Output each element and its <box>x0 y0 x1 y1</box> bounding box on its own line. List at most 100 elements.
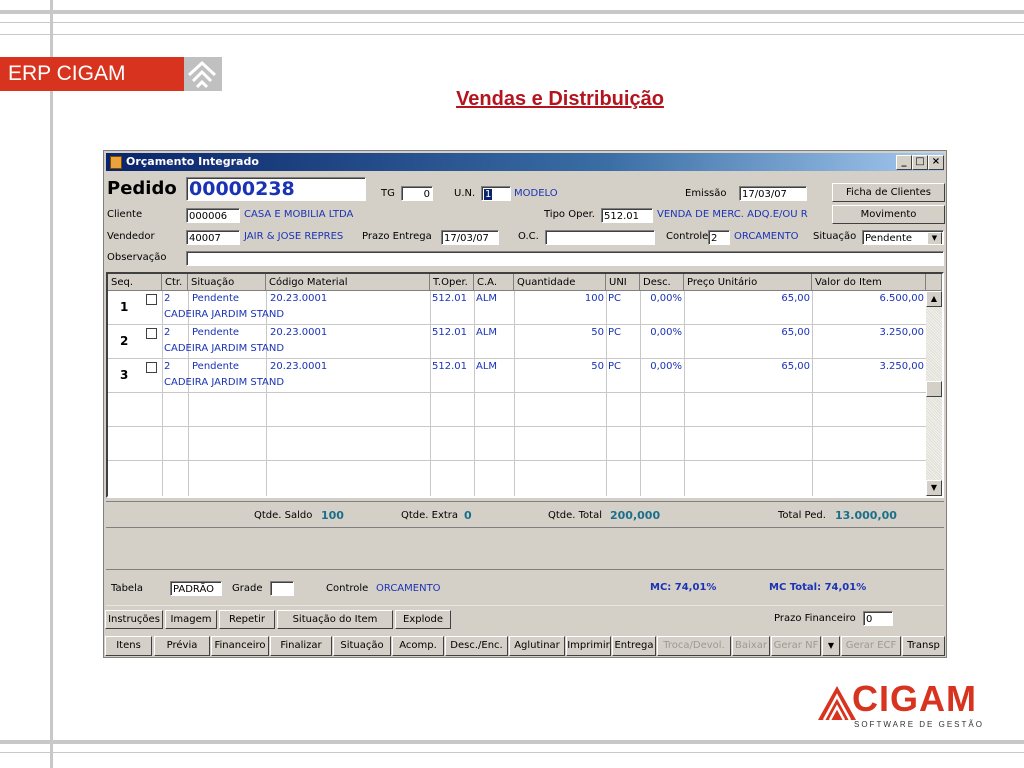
ficha-clientes-button[interactable]: Ficha de Clientes <box>832 183 945 202</box>
tab-aglutinar[interactable]: Aglutinar <box>509 636 565 656</box>
row-uni: PC <box>608 293 622 304</box>
row-desc: 0,00% <box>650 293 682 304</box>
row-ca: ALM <box>476 293 498 304</box>
left-rule <box>50 0 53 768</box>
row-situacao: Pendente <box>192 293 240 304</box>
tab-imprimir[interactable]: Imprimir <box>566 636 611 656</box>
row-ca: ALM <box>476 327 498 338</box>
cliente-code-field[interactable]: 000006 <box>186 208 240 223</box>
tab-situacao[interactable]: Situação <box>333 636 391 656</box>
row-desc: 0,00% <box>650 327 682 338</box>
app-window: Orçamento Integrado _ □ × Pedido 0000023… <box>103 150 947 658</box>
col-header-toper[interactable]: T.Oper. <box>430 274 474 291</box>
bottom-rule-thin <box>0 752 1024 753</box>
row-checkbox[interactable] <box>146 294 157 305</box>
un-field[interactable]: 1 <box>481 186 511 201</box>
tab-financeiro[interactable]: Financeiro <box>211 636 269 656</box>
movimento-button[interactable]: Movimento <box>832 205 945 224</box>
chevron-down-icon[interactable]: ▼ <box>822 636 840 656</box>
row-checkbox[interactable] <box>146 328 157 339</box>
col-header-preco[interactable]: Preço Unitário <box>684 274 812 291</box>
grade-field[interactable] <box>270 581 294 596</box>
close-icon[interactable]: × <box>928 155 944 170</box>
window-title: Orçamento Integrado <box>126 155 259 168</box>
col-header-spacer <box>926 274 942 291</box>
situacao-item-button[interactable]: Situação do Item <box>277 610 393 629</box>
row-valor: 6.500,00 <box>879 293 924 304</box>
tab-acomp[interactable]: Acomp. <box>392 636 444 656</box>
controle-footer-label: Controle <box>326 583 369 594</box>
observacao-label: Observação <box>107 252 167 263</box>
col-header-valor[interactable]: Valor do Item <box>812 274 926 291</box>
total-ped-label: Total Ped. <box>778 510 826 521</box>
un-label: U.N. <box>454 188 476 199</box>
imagem-button[interactable]: Imagem <box>165 610 217 629</box>
row-quantidade: 50 <box>591 361 604 372</box>
scroll-up-icon[interactable]: ▲ <box>926 291 942 307</box>
tab-finalizar[interactable]: Finalizar <box>270 636 332 656</box>
row-preco: 65,00 <box>781 361 810 372</box>
minimize-icon[interactable]: _ <box>896 155 912 170</box>
pedido-number-field[interactable]: 00000238 <box>186 177 366 201</box>
emissao-field[interactable]: 17/03/07 <box>739 186 807 201</box>
oc-field[interactable] <box>545 230 655 245</box>
tabela-field[interactable]: PADRÃO <box>170 581 222 596</box>
row-checkbox[interactable] <box>146 362 157 373</box>
prazo-financeiro-field[interactable]: 0 <box>863 611 893 626</box>
situacao-label: Situação <box>813 231 857 242</box>
col-header-situacao[interactable]: Situação <box>188 274 266 291</box>
col-header-quantidade[interactable]: Quantidade <box>514 274 606 291</box>
tg-field[interactable]: 0 <box>401 186 433 201</box>
un-name: MODELO <box>514 188 558 199</box>
tipo-oper-field[interactable]: 512.01 <box>601 208 653 223</box>
window-titlebar[interactable]: Orçamento Integrado _ □ × <box>106 153 944 171</box>
cliente-name: CASA E MOBILIA LTDA <box>244 209 354 220</box>
row-separator <box>108 426 926 427</box>
table-row[interactable]: 3 2 Pendente 20.23.0001 512.01 ALM 50 PC… <box>108 359 926 392</box>
col-header-ca[interactable]: C.A. <box>474 274 514 291</box>
controle-label: Controle <box>666 231 709 242</box>
tab-desc-enc[interactable]: Desc./Enc. <box>445 636 508 656</box>
chevron-down-icon[interactable]: ▼ <box>927 232 942 244</box>
col-header-seq[interactable]: Seq. <box>108 274 162 291</box>
row-valor: 3.250,00 <box>879 327 924 338</box>
scroll-down-icon[interactable]: ▼ <box>926 480 942 496</box>
scroll-thumb[interactable] <box>926 381 942 397</box>
row-preco: 65,00 <box>781 293 810 304</box>
repetir-button[interactable]: Repetir <box>219 610 275 629</box>
top-rule-thin <box>0 22 1024 23</box>
vertical-scrollbar[interactable]: ▲ ▼ <box>926 291 942 496</box>
qtde-extra-value: 0 <box>464 509 472 522</box>
controle-field[interactable]: 2 <box>708 230 730 245</box>
situacao-value: Pendente <box>865 233 913 244</box>
row-descricao: CADEIRA JARDIM STAND <box>164 377 285 388</box>
qtde-saldo-value: 100 <box>321 509 344 522</box>
col-header-ctr[interactable]: Ctr. <box>162 274 188 291</box>
row-ctr: 2 <box>164 293 171 304</box>
tab-entrega[interactable]: Entrega <box>612 636 656 656</box>
table-row[interactable]: 2 2 Pendente 20.23.0001 512.01 ALM 50 PC… <box>108 325 926 358</box>
tab-transp[interactable]: Transp <box>902 636 945 656</box>
row-desc: 0,00% <box>650 361 682 372</box>
table-row[interactable]: 1 2 Pendente 20.23.0001 512.01 ALM 100 P… <box>108 291 926 324</box>
tabela-label: Tabela <box>111 583 143 594</box>
col-header-codigo[interactable]: Código Material <box>266 274 430 291</box>
row-quantidade: 100 <box>584 293 604 304</box>
vendedor-code-field[interactable]: 40007 <box>186 230 240 245</box>
row-ctr: 2 <box>164 327 171 338</box>
maximize-icon[interactable]: □ <box>912 155 928 170</box>
tab-gerar-ecf: Gerar ECF <box>841 636 901 656</box>
col-header-uni[interactable]: UNI <box>606 274 640 291</box>
instrucoes-button[interactable]: Instruções <box>105 610 163 629</box>
divider <box>106 501 944 502</box>
situacao-select[interactable]: Pendente ▼ <box>862 230 944 245</box>
top-rule <box>0 10 1024 14</box>
row-descricao: CADEIRA JARDIM STAND <box>164 309 285 320</box>
tab-itens[interactable]: Itens <box>105 636 152 656</box>
col-header-desc[interactable]: Desc. <box>640 274 684 291</box>
explode-button[interactable]: Explode <box>395 610 451 629</box>
controle-name: ORCAMENTO <box>734 231 799 242</box>
observacao-field[interactable] <box>186 251 944 266</box>
tab-previa[interactable]: Prévia <box>154 636 210 656</box>
prazo-entrega-field[interactable]: 17/03/07 <box>441 230 499 245</box>
